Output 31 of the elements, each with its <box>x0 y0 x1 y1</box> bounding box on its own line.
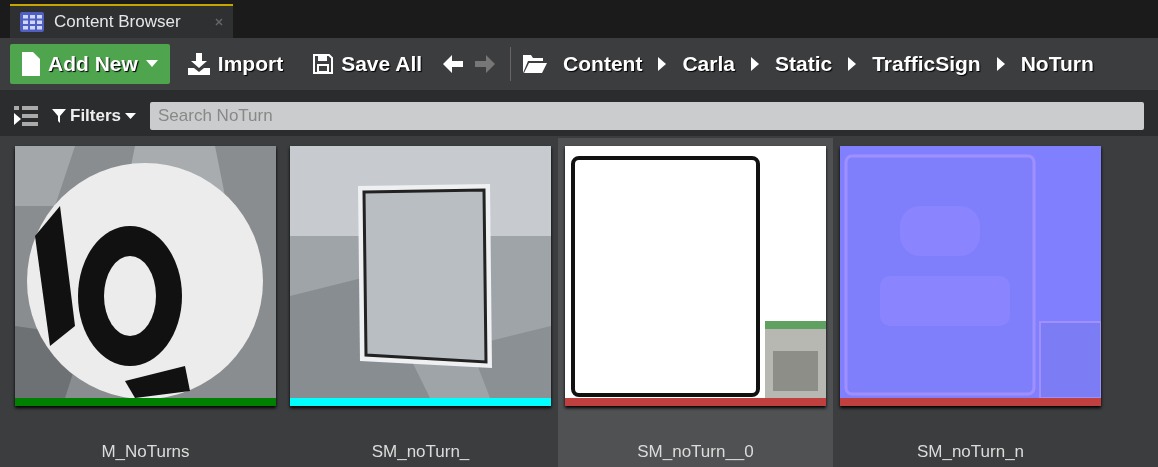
asset-tile[interactable]: M_NoTurns <box>8 138 283 467</box>
asset-tile[interactable]: SM_noTurn_ <box>283 138 558 467</box>
filter-icon <box>52 109 66 123</box>
breadcrumb-item[interactable]: TrafficSign <box>862 52 991 76</box>
import-button[interactable]: Import <box>175 44 296 84</box>
chevron-right-icon[interactable] <box>658 57 667 71</box>
save-all-button[interactable]: Save All <box>301 44 435 84</box>
download-icon <box>187 53 210 75</box>
caret-icon <box>145 60 158 68</box>
chevron-right-icon[interactable] <box>996 57 1005 71</box>
asset-name: SM_noTurn_n <box>916 442 1025 462</box>
save-icon <box>313 54 334 74</box>
document-icon <box>22 52 40 76</box>
breadcrumb-item[interactable]: Carla <box>672 52 745 76</box>
breadcrumb-item[interactable]: NoTurn <box>1010 52 1104 76</box>
breadcrumb-item[interactable]: Content <box>553 52 653 76</box>
folder-icon <box>523 55 548 73</box>
search-field[interactable]: Search NoTurn <box>150 102 1144 130</box>
asset-tile[interactable]: SM_noTurn__0 <box>558 138 833 467</box>
filters-button[interactable]: Filters <box>48 106 141 126</box>
view-options-icon[interactable] <box>14 106 38 126</box>
chevron-right-icon[interactable] <box>848 57 857 71</box>
asset-tile[interactable]: SM_noTurn_n <box>833 138 1108 467</box>
asset-name: SM_noTurn__0 <box>637 442 754 462</box>
asset-name: SM_noTurn_ <box>371 442 470 462</box>
caret-icon <box>125 112 137 120</box>
asset-name: M_NoTurns <box>101 442 190 462</box>
breadcrumb-item[interactable]: Static <box>764 52 843 76</box>
content-browser-tab[interactable]: Content Browser <box>10 4 233 38</box>
grid-icon <box>20 12 44 32</box>
chevron-right-icon[interactable] <box>750 57 759 71</box>
